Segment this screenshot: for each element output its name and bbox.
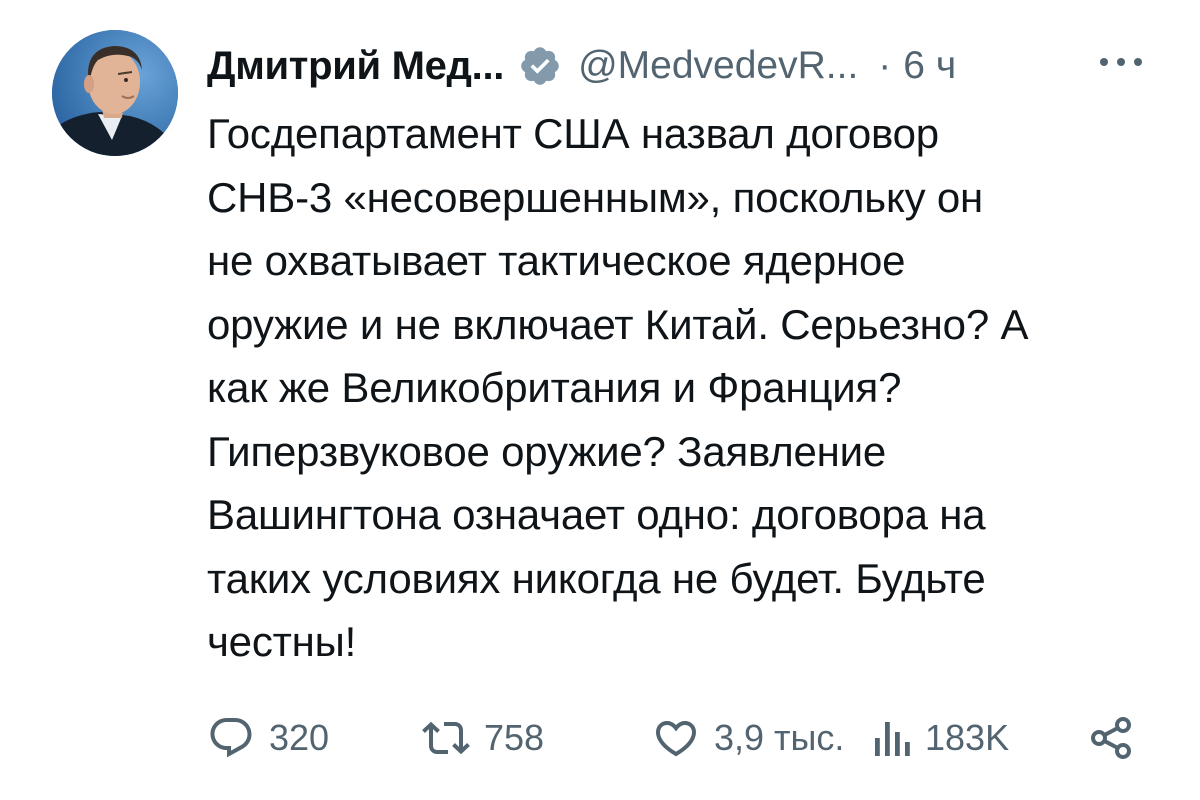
avatar[interactable] (52, 30, 178, 156)
like-button[interactable]: 3,9 тыс. (652, 708, 844, 768)
views-button[interactable]: 183K (871, 708, 1009, 768)
retweet-button[interactable]: 758 (422, 708, 544, 768)
heart-icon (655, 721, 697, 757)
reply-button[interactable]: 320 (207, 708, 329, 768)
tweet-time[interactable]: 6 ч (903, 44, 956, 88)
retweet-count: 758 (484, 717, 545, 758)
reply-icon (210, 718, 252, 758)
views-count: 183K (925, 717, 1010, 758)
verified-badge-icon (518, 44, 562, 88)
share-button[interactable] (1087, 708, 1135, 768)
views-chart-icon (875, 722, 910, 756)
retweet-icon (422, 721, 470, 755)
author-handle[interactable]: @MedvedevR... (578, 44, 858, 88)
share-icon (1091, 717, 1131, 759)
tweet-header: Дмитрий Мед... @MedvedevR... · 6 ч (207, 36, 956, 96)
author-name[interactable]: Дмитрий Мед... (207, 44, 504, 89)
reply-count: 320 (269, 717, 330, 758)
more-options-icon[interactable] (1096, 50, 1146, 74)
tweet-text: Госдепартамент США назвал договор СНВ-3 … (207, 110, 1029, 665)
action-bar: 320 758 3,9 тыс. 183K (207, 708, 1157, 768)
time-separator: · (878, 44, 892, 87)
tweet[interactable]: Дмитрий Мед... @MedvedevR... · 6 ч Госде… (0, 0, 1200, 800)
like-count: 3,9 тыс. (714, 717, 845, 758)
